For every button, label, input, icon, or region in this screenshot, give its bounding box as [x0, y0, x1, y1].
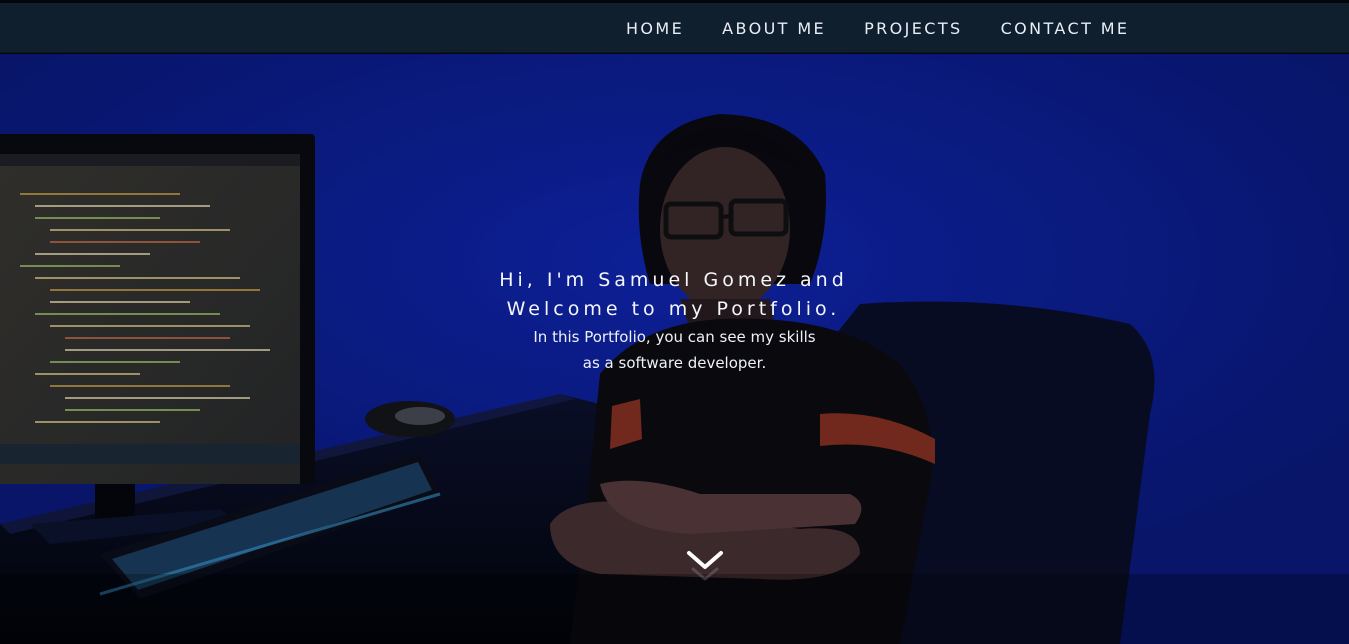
- hero-subtitle-line-1: In this Portfolio, you can see my skills: [533, 328, 816, 346]
- navbar: HOME ABOUT ME PROJECTS CONTACT ME: [0, 3, 1349, 53]
- chevron-down-icon: [687, 551, 723, 581]
- nav-home-link[interactable]: HOME: [626, 19, 684, 38]
- nav-contact-link[interactable]: CONTACT ME: [1001, 19, 1130, 38]
- nav-projects-link[interactable]: PROJECTS: [864, 19, 963, 38]
- hero-section: Hi, I'm Samuel Gomez and Welcome to my P…: [0, 54, 1349, 644]
- nav-about-link[interactable]: ABOUT ME: [722, 19, 826, 38]
- nav-links: HOME ABOUT ME PROJECTS CONTACT ME: [626, 3, 1129, 53]
- hero-title-line-2: Welcome to my Portfolio.: [506, 298, 841, 320]
- hero-subtitle-line-2: as a software developer.: [582, 354, 767, 372]
- hero-title-line-1: Hi, I'm Samuel Gomez and: [499, 269, 848, 291]
- scroll-down-button[interactable]: [686, 549, 724, 589]
- hero-text: Hi, I'm Samuel Gomez and Welcome to my P…: [0, 266, 1349, 376]
